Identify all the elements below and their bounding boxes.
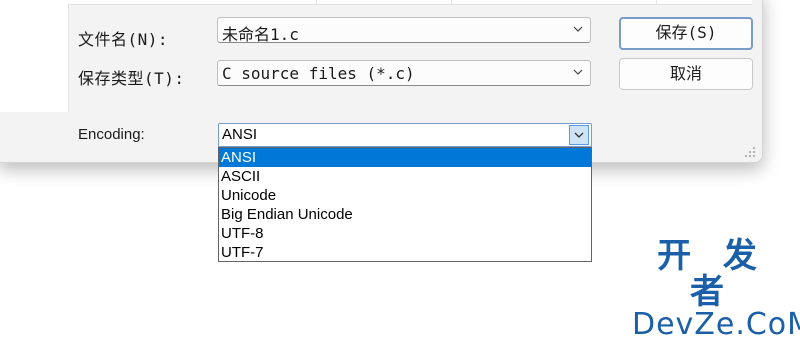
encoding-option-utf8[interactable]: UTF-8 bbox=[219, 224, 591, 243]
encoding-option-unicode[interactable]: Unicode bbox=[219, 186, 591, 205]
watermark: 开 发 者 DevZe.CoM bbox=[632, 236, 800, 342]
filetype-value: C source files (*.c) bbox=[222, 64, 415, 83]
encoding-combo[interactable]: ANSI bbox=[218, 123, 592, 147]
filename-label: 文件名(N): bbox=[78, 30, 169, 49]
watermark-line2: DevZe.CoM bbox=[632, 307, 800, 342]
chevron-down-icon[interactable] bbox=[572, 66, 584, 78]
encoding-option-ansi[interactable]: ANSI bbox=[219, 148, 591, 167]
filetype-combo[interactable]: C source files (*.c) bbox=[217, 60, 591, 86]
cancel-button[interactable]: 取消 bbox=[619, 58, 753, 90]
filename-combo[interactable]: 未命名1.c bbox=[217, 17, 591, 44]
encoding-option-big-endian-unicode[interactable]: Big Endian Unicode bbox=[219, 205, 591, 224]
chevron-down-icon bbox=[574, 132, 584, 138]
encoding-label: Encoding: bbox=[78, 126, 145, 143]
watermark-line1: 开 发 者 bbox=[657, 236, 767, 312]
filename-value: 未命名1.c bbox=[222, 25, 299, 44]
encoding-value: ANSI bbox=[222, 126, 258, 143]
encoding-option-ascii[interactable]: ASCII bbox=[219, 167, 591, 186]
file-list-strip bbox=[68, 0, 752, 5]
encoding-option-utf7[interactable]: UTF-7 bbox=[219, 243, 591, 262]
chevron-down-icon[interactable] bbox=[572, 23, 584, 35]
filetype-label: 保存类型(T): bbox=[78, 69, 185, 88]
encoding-dropdown-button[interactable] bbox=[569, 125, 589, 145]
encoding-dropdown-list: ANSI ASCII Unicode Big Endian Unicode UT… bbox=[218, 147, 592, 262]
save-button[interactable]: 保存(S) bbox=[619, 17, 753, 50]
resize-grip-icon[interactable] bbox=[744, 146, 756, 158]
navigation-pane bbox=[0, 0, 69, 112]
